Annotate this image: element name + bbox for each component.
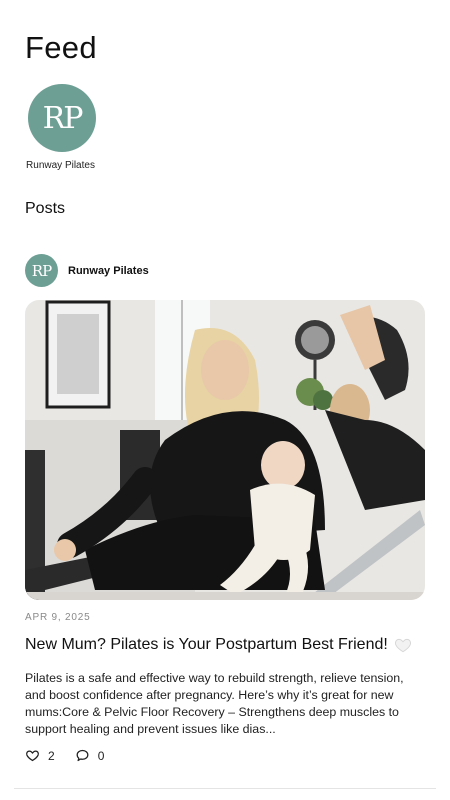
post-author-avatar[interactable]: RP: [25, 254, 58, 287]
feed-page: Feed RP Runway Pilates Posts RP Runway P…: [0, 0, 450, 800]
post-title-text[interactable]: New Mum? Pilates is Your Postpartum Best…: [25, 634, 388, 656]
account-avatar[interactable]: RP: [28, 84, 96, 152]
post-actions: 2 0: [25, 748, 124, 763]
post-header[interactable]: RP Runway Pilates: [25, 254, 149, 287]
heart-outline-icon: [26, 750, 39, 762]
like-count: 2: [48, 748, 55, 763]
comment-button[interactable]: 0: [75, 748, 105, 763]
post-photo: [25, 300, 425, 600]
page-title: Feed: [25, 30, 97, 65]
post-author-name[interactable]: Runway Pilates: [68, 265, 149, 277]
account-item[interactable]: RP Runway Pilates: [25, 84, 99, 171]
post-excerpt[interactable]: Pilates is a safe and effective way to r…: [25, 670, 425, 738]
post-title[interactable]: New Mum? Pilates is Your Postpartum Best…: [25, 634, 435, 656]
post-divider: [14, 788, 436, 789]
post-cover-image[interactable]: [25, 300, 425, 600]
account-name: Runway Pilates: [26, 160, 95, 171]
like-button[interactable]: 2: [25, 748, 55, 763]
comment-count: 0: [97, 748, 105, 763]
comment-bubble-icon: [76, 749, 89, 762]
post-date: APR 9, 2025: [25, 612, 91, 623]
posts-section-title: Posts: [25, 200, 66, 217]
white-heart-icon: [394, 638, 411, 653]
